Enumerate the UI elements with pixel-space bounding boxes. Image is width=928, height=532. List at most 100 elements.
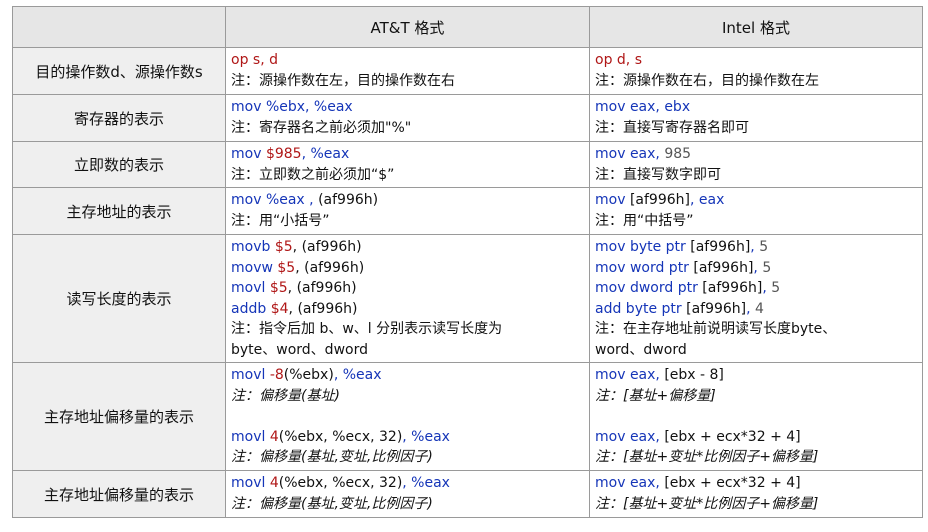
att-cell: movl 4(%ebx, %ecx, 32), %eax 注：偏移量(基址,变址…: [225, 470, 590, 518]
code-text: mov %ebx, %eax: [231, 99, 353, 115]
code-line: movw $5, (af996h): [231, 258, 584, 279]
row-label: 主存地址的表示: [12, 187, 226, 235]
intel-cell: op d, s 注：源操作数在右，目的操作数在左: [589, 47, 923, 95]
code-text: op d, s: [595, 52, 642, 68]
immediate-value: $4: [270, 300, 289, 317]
code-text: ,: [295, 259, 305, 276]
immediate-value: $985: [265, 146, 302, 162]
code-text: movw: [231, 259, 278, 276]
code-text: , %eax: [402, 428, 450, 445]
header-row: AT&T 格式 Intel 格式: [12, 6, 923, 48]
immediate-value: 4: [755, 300, 764, 317]
code-text: ,: [292, 239, 302, 255]
code-line: mov %ebx, %eax: [231, 97, 584, 118]
code-line: mov eax, [ebx + ecx*32 + 4]: [595, 473, 917, 494]
table-row: 主存地址的表示 mov %eax , (af996h) 注：用“小括号” mov…: [12, 187, 923, 235]
row-label: 读写长度的表示: [12, 234, 226, 363]
address-text: (%ebx): [283, 367, 334, 383]
code-line: mov [af996h], eax: [595, 190, 917, 211]
immediate-value: $5: [269, 280, 288, 297]
immediate-value: 5: [762, 259, 772, 276]
code-line: addb $4, (af996h): [231, 299, 584, 320]
code-text: mov dword ptr: [595, 280, 703, 297]
note-text: 注：立即数之前必须加“$”: [231, 166, 395, 183]
immediate-value: 5: [759, 239, 769, 255]
note-text: 注：偏移量(基址,变址,比例因子): [231, 449, 433, 466]
note-text: 注：寄存器名之前必须加"%": [231, 119, 412, 136]
att-cell: mov $985, %eax 注：立即数之前必须加“$”: [225, 141, 590, 188]
note-text: 注：直接写数字即可: [595, 166, 721, 183]
code-text: mov word ptr: [595, 259, 694, 276]
note-text: word、dword: [595, 341, 687, 358]
address-text: [af996h]: [693, 259, 754, 276]
note-text: 注：源操作数在左，目的操作数在右: [231, 72, 455, 89]
address-text: [ebx + ecx*32 + 4]: [664, 475, 801, 491]
header-empty-cell: [12, 6, 226, 48]
code-text: movl: [231, 280, 270, 297]
code-text: add byte ptr: [595, 300, 687, 317]
intel-cell: mov eax, 985 注：直接写数字即可: [589, 141, 923, 188]
code-text: movl: [231, 428, 270, 445]
header-intel: Intel 格式: [589, 6, 923, 48]
immediate-value: 985: [664, 146, 692, 162]
address-text: (af996h): [301, 239, 362, 255]
code-text: ,: [750, 239, 760, 255]
code-line: mov eax, 985: [595, 144, 917, 165]
code-line: mov eax, ebx: [595, 97, 917, 118]
address-text: [af996h]: [629, 192, 690, 208]
code-text: mov eax, ebx: [595, 99, 691, 115]
code-line: movl 4(%ebx, %ecx, 32), %eax: [231, 427, 584, 448]
table-row: 立即数的表示 mov $985, %eax 注：立即数之前必须加“$” mov …: [12, 141, 923, 188]
address-text: (af996h): [318, 192, 379, 208]
note-text: 注：[基址+变址*比例因子+偏移量]: [595, 495, 819, 512]
code-text: , %eax: [402, 475, 450, 491]
note-text: 注：用“中括号”: [595, 212, 694, 229]
syntax-comparison-table: AT&T 格式 Intel 格式 目的操作数d、源操作数s op s, d 注：…: [12, 6, 923, 518]
note-text: 注：[基址+偏移量]: [595, 387, 716, 404]
code-text: mov eax,: [595, 475, 665, 491]
att-cell: mov %eax , (af996h) 注：用“小括号”: [225, 187, 590, 235]
note-text: 注：在主存地址前说明读写长度byte、: [595, 321, 837, 338]
offset-value: -8: [269, 367, 284, 383]
intel-cell: mov eax, [ebx + ecx*32 + 4] 注：[基址+变址*比例因…: [589, 470, 923, 518]
code-text: , %eax: [301, 146, 350, 162]
table-row: 寄存器的表示 mov %ebx, %eax 注：寄存器名之前必须加"%" mov…: [12, 94, 923, 142]
code-text: addb: [231, 300, 271, 317]
note-text: 注：用“小括号”: [231, 212, 330, 229]
code-line: mov eax, [ebx + ecx*32 + 4]: [595, 427, 917, 448]
code-line: mov dword ptr [af996h], 5: [595, 278, 917, 299]
note-text: byte、word、dword: [231, 341, 368, 358]
intel-cell: mov [af996h], eax 注：用“中括号”: [589, 187, 923, 235]
immediate-value: 5: [771, 280, 781, 297]
code-text: movl: [231, 475, 270, 491]
code-text: movb: [231, 239, 275, 255]
code-text: mov: [231, 146, 266, 162]
code-text: movl: [231, 367, 270, 383]
row-label: 寄存器的表示: [12, 94, 226, 142]
note-text: 注：直接写寄存器名即可: [595, 119, 749, 136]
address-text: [af996h]: [702, 280, 763, 297]
row-label: 主存地址偏移量的表示: [12, 362, 226, 471]
row-label: 立即数的表示: [12, 141, 226, 188]
code-line: mov byte ptr [af996h], 5: [595, 237, 917, 258]
table-row: 目的操作数d、源操作数s op s, d 注：源操作数在左，目的操作数在右 op…: [12, 47, 923, 95]
code-line: mov %eax , (af996h): [231, 190, 584, 211]
note-text: 注：源操作数在右，目的操作数在左: [595, 72, 819, 89]
code-text: mov %eax ,: [231, 192, 319, 208]
note-text: 注：偏移量(基址): [231, 387, 340, 404]
immediate-value: $5: [274, 239, 293, 255]
intel-cell: mov byte ptr [af996h], 5 mov word ptr [a…: [589, 234, 923, 363]
code-line: movb $5, (af996h): [231, 237, 584, 258]
code-text: ,: [762, 280, 772, 297]
code-text: ,: [287, 280, 297, 297]
code-line: movl 4(%ebx, %ecx, 32), %eax: [231, 473, 584, 494]
table-row: 读写长度的表示 movb $5, (af996h) movw $5, (af99…: [12, 234, 923, 363]
intel-cell: mov eax, ebx 注：直接写寄存器名即可: [589, 94, 923, 142]
code-line: mov word ptr [af996h], 5: [595, 258, 917, 279]
code-line: add byte ptr [af996h], 4: [595, 299, 917, 320]
code-text: op s, d: [231, 52, 278, 68]
offset-value: 4: [269, 475, 279, 491]
table-row: 主存地址偏移量的表示 movl -8(%ebx) , %eax 注：偏移量(基址)…: [12, 362, 923, 471]
